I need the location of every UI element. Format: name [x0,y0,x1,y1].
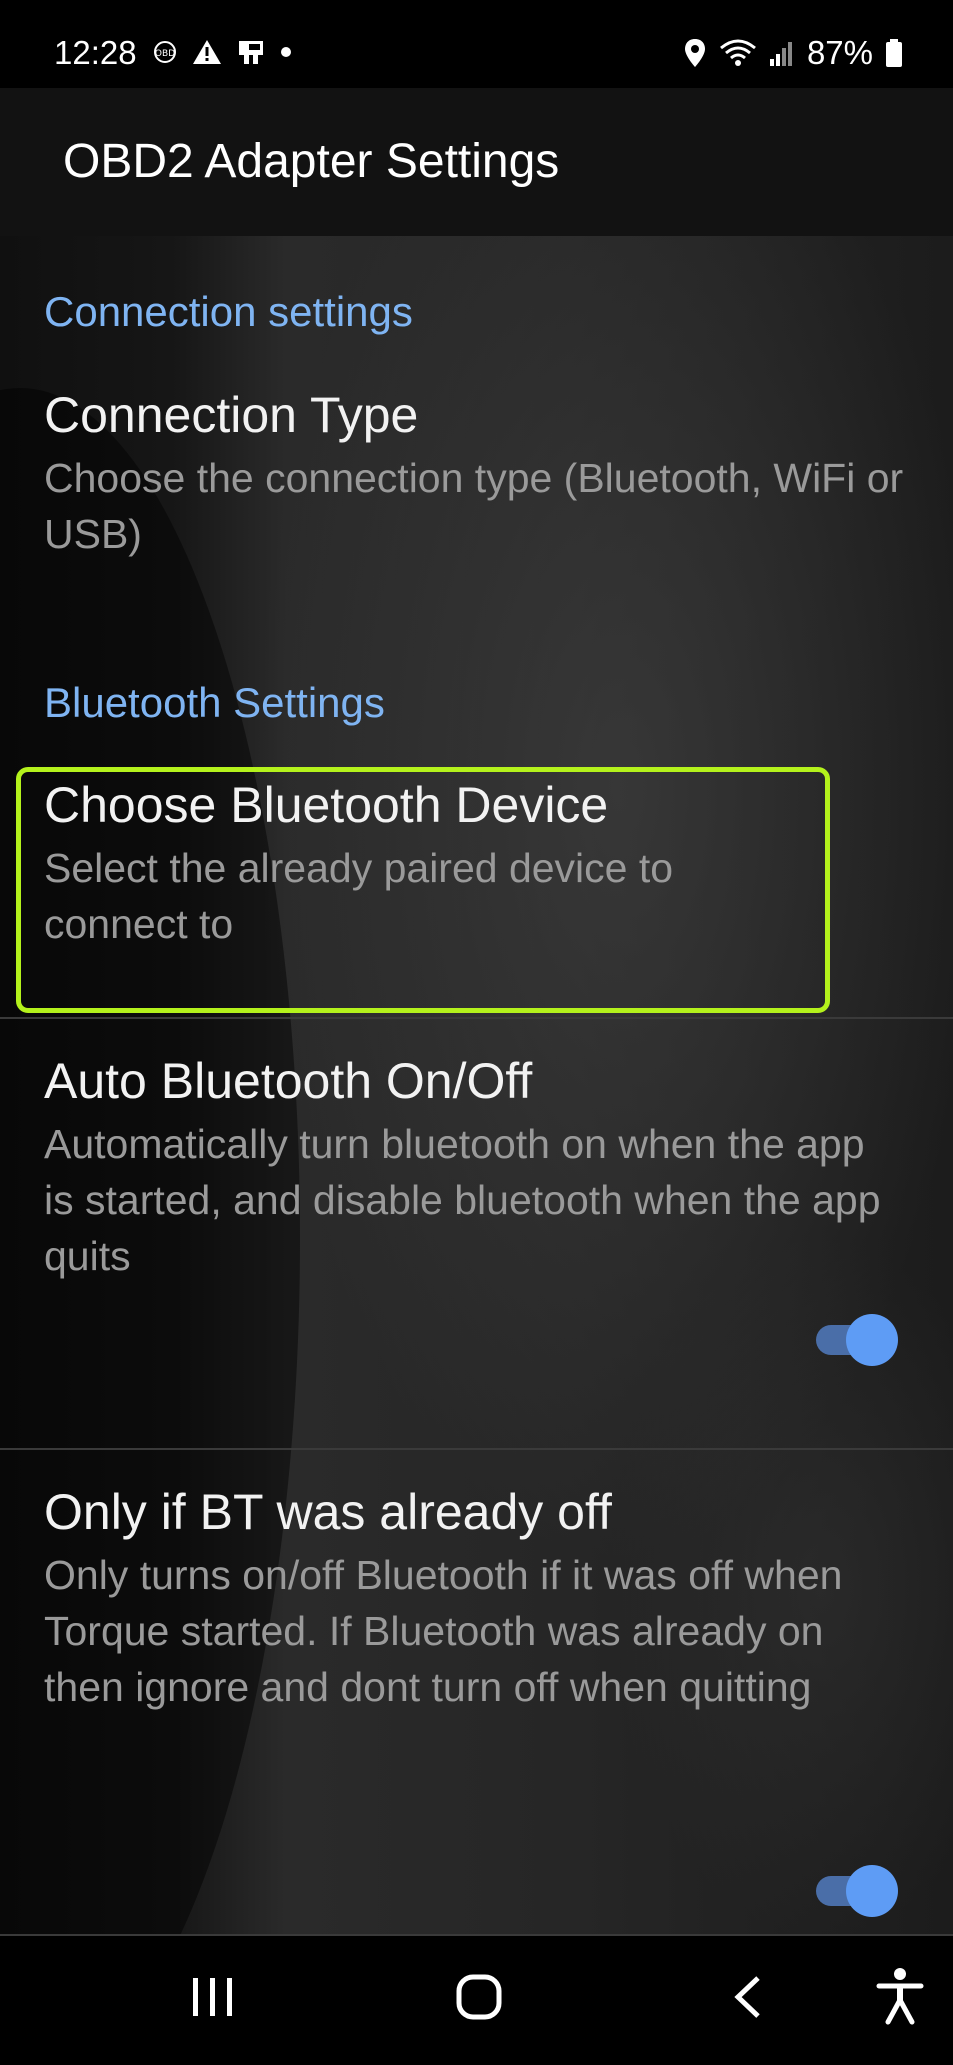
pref-auto-bluetooth[interactable]: Auto Bluetooth On/Off Automatically turn… [0,1018,953,1448]
accessibility-icon[interactable] [876,1966,924,2026]
toggle-thumb [846,1865,898,1917]
navigation-bar [0,1936,953,2065]
back-icon[interactable] [728,1972,768,2022]
only-if-bt-off-toggle[interactable] [816,1865,900,1917]
recents-icon[interactable] [190,1972,236,2022]
warning-icon [193,40,221,64]
toggle-thumb [846,1314,898,1366]
home-icon[interactable] [455,1972,505,2022]
battery-icon [886,39,902,67]
wifi-icon [719,39,756,66]
pref-summary: Only turns on/off Bluetooth if it was of… [44,1552,843,1710]
pref-title: Connection Type [44,387,419,443]
section-header-connection: Connection settings [44,288,413,335]
pref-summary: Choose the connection type (Bluetooth, W… [44,455,904,557]
notification-icons: OBD [152,38,292,66]
pref-only-if-bt-off[interactable]: Only if BT was already off Only turns on… [0,1449,953,1934]
battery-percent: 87% [806,34,873,71]
status-bar: 12:28 OBD 87% [0,0,953,88]
section-header-bluetooth: Bluetooth Settings [44,679,385,726]
signal-icon [769,42,792,66]
highlight-box [16,767,830,1013]
pref-connection-type[interactable]: Connection Type Choose the connection ty… [0,386,953,686]
system-icons: 87% [683,34,903,72]
obd-icon: OBD [154,41,176,63]
settings-screen: 12:28 OBD 87% OBD2 Adapter Settings Conn… [0,0,953,2065]
dot-icon [281,47,291,57]
pref-summary: Automatically turn bluetooth on when the… [44,1121,881,1279]
svg-text:OBD: OBD [155,49,175,59]
location-icon [684,39,705,67]
pref-title: Auto Bluetooth On/Off [44,1053,533,1109]
pref-title: Only if BT was already off [44,1484,612,1540]
auto-bluetooth-toggle[interactable] [816,1314,900,1366]
page-title: OBD2 Adapter Settings [63,135,560,188]
app-bar: OBD2 Adapter Settings [0,88,953,236]
status-time: 12:28 [54,34,137,71]
cast-icon [239,41,263,64]
